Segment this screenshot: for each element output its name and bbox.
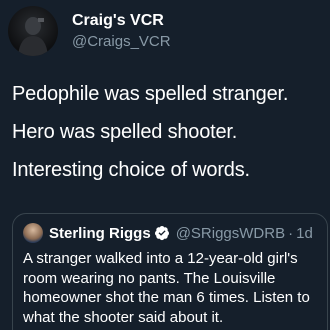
quoted-display-name[interactable]: Sterling Riggs — [49, 225, 151, 242]
quoted-tweet-text: A stranger walked into a 12-year-old gir… — [23, 250, 310, 326]
quoted-tweet[interactable]: Sterling Riggs @SRiggsWDRB · 1d A strang… — [12, 213, 328, 330]
avatar-figure-icon — [18, 17, 48, 56]
author-names: Craig's VCR @Craigs_VCR — [72, 11, 171, 52]
tweet-line: Hero was spelled shooter. — [12, 121, 238, 143]
quoted-tweet-header: Sterling Riggs @SRiggsWDRB · 1d — [23, 223, 317, 243]
tweet-line: Interesting choice of words. — [12, 159, 250, 181]
quoted-avatar[interactable] — [23, 223, 43, 243]
author-handle[interactable]: @Craigs_VCR — [72, 32, 171, 52]
tweet-line: Pedophile was spelled stranger. — [12, 83, 289, 105]
tweet-text: Pedophile was spelled stranger. Hero was… — [12, 82, 324, 196]
verified-badge-icon — [154, 226, 169, 241]
author-display-name[interactable]: Craig's VCR — [72, 11, 171, 31]
quoted-handle[interactable]: @SRiggsWDRB — [176, 225, 285, 242]
avatar[interactable] — [8, 6, 58, 56]
quoted-timestamp[interactable]: 1d — [296, 225, 313, 242]
tweet-card: Craig's VCR @Craigs_VCR Pedophile was sp… — [0, 0, 330, 330]
separator-dot: · — [288, 224, 294, 242]
tweet-header: Craig's VCR @Craigs_VCR — [8, 6, 171, 56]
